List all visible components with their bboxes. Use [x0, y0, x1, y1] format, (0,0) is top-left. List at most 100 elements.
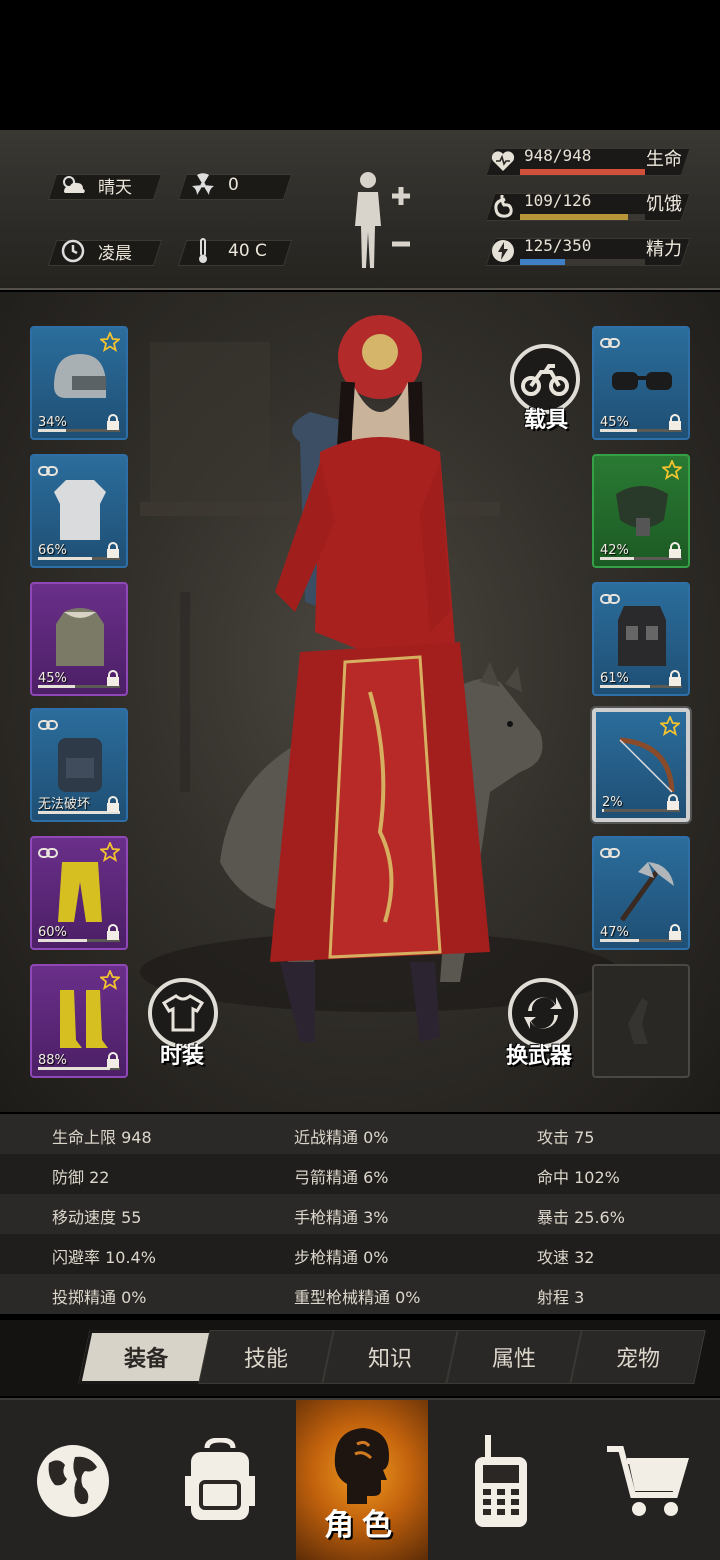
vital-health: 948/948 生命 — [480, 144, 700, 178]
durability-label: 2% — [602, 795, 623, 810]
bottom-navigation: 角色 — [0, 1398, 720, 1560]
stomach-icon — [488, 191, 518, 221]
character-head-icon — [334, 1428, 389, 1504]
nav-shop[interactable] — [574, 1400, 720, 1560]
stat-cell: 生命上限 948 — [52, 1128, 152, 1147]
fashion-label[interactable]: 时装 — [160, 1038, 204, 1070]
stat-cell: 攻击 75 — [537, 1128, 595, 1147]
radiation-value: 0 — [228, 175, 239, 195]
lock-icon — [106, 1052, 120, 1068]
left-slot-fur-coat[interactable]: 45% — [30, 582, 128, 696]
durability-label: 45% — [600, 415, 629, 430]
pants-icon — [58, 862, 102, 922]
durability-label: 61% — [600, 671, 629, 686]
tab-label: 技能 — [243, 1347, 288, 1372]
right-slot-vest[interactable]: 61% — [592, 582, 690, 696]
energy-bar — [520, 259, 565, 265]
lock-icon — [668, 542, 682, 558]
temperature-indicator[interactable]: 40 C — [190, 238, 267, 264]
nav-character[interactable]: 角色 — [296, 1400, 428, 1560]
stat-cell: 投掷精通 0% — [52, 1288, 147, 1307]
weather-indicator[interactable]: 晴天 — [60, 172, 132, 198]
temperature-value: 40 C — [228, 241, 267, 261]
stats-row: 防御 22 弓箭精通 6% 命中 102% — [0, 1154, 720, 1194]
right-slot-gas-mask[interactable]: 42% — [592, 454, 690, 568]
walkie-talkie-icon — [475, 1435, 527, 1527]
right-slot-bottle[interactable] — [592, 964, 690, 1078]
chain-link-icon — [600, 334, 620, 348]
star-icon — [660, 458, 684, 480]
switch-weapon-label[interactable]: 换武器 — [506, 1038, 572, 1070]
star-icon — [98, 840, 122, 862]
swap-arrows-icon — [524, 997, 562, 1029]
helmet-icon — [54, 354, 106, 398]
chain-link-icon — [600, 590, 620, 604]
tab-knowledge[interactable]: 知识 — [322, 1330, 458, 1384]
tab-label: 属性 — [491, 1347, 536, 1372]
body-status-button[interactable] — [348, 170, 418, 274]
nav-world[interactable] — [0, 1400, 146, 1560]
left-slot-helmet[interactable]: 34% — [30, 326, 128, 440]
left-slot-backpack[interactable]: 无法破坏 — [30, 708, 128, 822]
stat-cell: 手枪精通 3% — [294, 1208, 389, 1227]
lock-icon — [106, 796, 120, 812]
axe-icon — [619, 862, 674, 922]
section-tabs: 装备 技能 知识 属性 宠物 — [0, 1320, 720, 1396]
vital-energy: 125/350 精力 — [480, 234, 700, 268]
stats-row: 移动速度 55 手枪精通 3% 暴击 25.6% — [0, 1194, 720, 1234]
stat-cell: 暴击 25.6% — [537, 1208, 625, 1227]
left-slot-shirt[interactable]: 66% — [30, 454, 128, 568]
durability-label: 34% — [38, 415, 67, 430]
tab-label: 宠物 — [615, 1347, 660, 1372]
nav-character-label: 角色 — [324, 1508, 400, 1543]
bow-icon — [619, 737, 675, 793]
time-indicator[interactable]: 凌晨 — [60, 238, 132, 264]
body-figure-icon — [355, 172, 410, 268]
stats-row: 生命上限 948 近战精通 0% 攻击 75 — [0, 1114, 720, 1154]
nav-inventory[interactable] — [146, 1400, 294, 1560]
health-bar — [520, 169, 645, 175]
stat-cell: 射程 3 — [537, 1288, 585, 1307]
lock-icon — [666, 794, 680, 810]
attribute-stats-table: 生命上限 948 近战精通 0% 攻击 75 防御 22 弓箭精通 6% 命中 … — [0, 1114, 720, 1314]
motorcycle-icon — [521, 364, 569, 396]
lock-icon — [106, 924, 120, 940]
tab-attributes[interactable]: 属性 — [446, 1330, 582, 1384]
vehicle-label[interactable]: 载具 — [524, 402, 568, 434]
right-slot-axe[interactable]: 47% — [592, 836, 690, 950]
lock-icon — [668, 414, 682, 430]
stat-cell: 移动速度 55 — [52, 1208, 142, 1227]
cloud-sun-icon — [60, 172, 86, 198]
right-slot-bow[interactable]: 2% — [592, 708, 690, 822]
tshirt-icon — [162, 994, 204, 1032]
radiation-indicator[interactable]: 0 — [190, 172, 239, 198]
tab-equipment[interactable]: 装备 — [78, 1330, 214, 1384]
backpack-icon — [185, 1438, 255, 1520]
health-label: 生命 — [646, 149, 682, 170]
energy-label: 精力 — [646, 239, 682, 260]
nav-radio[interactable] — [428, 1400, 574, 1560]
cart-icon — [607, 1446, 689, 1516]
tab-label: 知识 — [367, 1347, 412, 1372]
left-slot-boots[interactable]: 88% — [30, 964, 128, 1078]
globe-icon — [37, 1445, 109, 1517]
right-slot-goggles[interactable]: 45% — [592, 326, 690, 440]
lock-icon — [106, 414, 120, 430]
bottle-icon — [628, 998, 648, 1044]
lock-icon — [106, 670, 120, 686]
chain-link-icon — [38, 716, 58, 730]
tab-skills[interactable]: 技能 — [198, 1330, 334, 1384]
top-black-bar — [0, 0, 720, 130]
lock-icon — [106, 542, 120, 558]
energy-value: 125/350 — [524, 236, 592, 255]
character-scene: 34% 66% 45% 无法破坏 60% 88% 45% 42% 61% 2% 47% 载具 时装… — [0, 292, 720, 1112]
fur-coat-icon — [56, 608, 104, 666]
stat-cell: 命中 102% — [537, 1168, 620, 1187]
stat-cell: 重型枪械精通 0% — [294, 1288, 421, 1307]
durability-label: 88% — [38, 1053, 67, 1068]
backpack-icon — [58, 738, 102, 792]
character-figure[interactable] — [240, 312, 540, 1072]
tab-pets[interactable]: 宠物 — [570, 1330, 706, 1384]
left-slot-pants[interactable]: 60% — [30, 836, 128, 950]
durability-label: 66% — [38, 543, 67, 558]
